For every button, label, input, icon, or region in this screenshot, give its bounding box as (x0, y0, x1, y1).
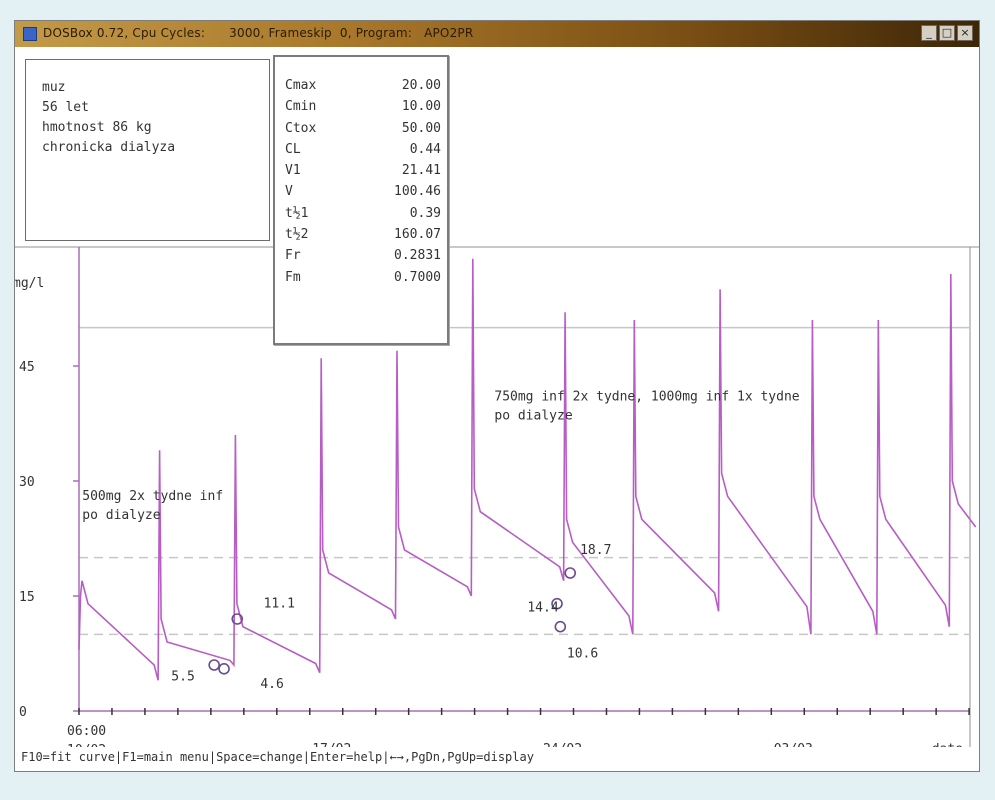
y-tick-label: 30 (19, 475, 35, 490)
y-tick-label: 0 (19, 705, 27, 720)
parameter-name: t½2 (285, 227, 309, 243)
parameter-value: 50.00 (401, 120, 441, 136)
patient-info-line: muz (42, 80, 66, 95)
minimize-button[interactable]: _ (921, 25, 937, 41)
measured-point (554, 620, 567, 633)
patient-info-line: hmotnost 86 kg (42, 120, 152, 135)
parameter-name: CL (285, 141, 301, 157)
dosbox-app-icon[interactable] (23, 27, 37, 41)
title-bar[interactable]: DOSBox 0.72, Cpu Cycles: 3000, Frameskip… (15, 21, 979, 47)
parameter-name: V1 (285, 163, 301, 179)
parameter-name: Fm (285, 269, 301, 285)
chart-annotation: 4.6 (260, 677, 283, 692)
maximize-button[interactable]: □ (939, 25, 955, 41)
chart-annotation: 11.1 (264, 597, 295, 612)
parameter-row: t½1 0.39 (285, 203, 441, 224)
parameter-name: V (285, 184, 293, 200)
parameter-value: 0.7000 (394, 269, 441, 285)
measured-point (564, 567, 577, 579)
patient-info-panel: muz 56 let hmotnost 86 kg chronicka dialyza (25, 59, 270, 241)
patient-info-line: chronicka dialyza (42, 140, 176, 155)
chart-annotation: 14.4 (527, 600, 558, 615)
parameter-value: 20.00 (401, 78, 441, 93)
concentration-curve (78, 258, 977, 681)
parameter-row: Fr 0.2831 (285, 245, 441, 266)
parameter-row: V1 21.41 (285, 160, 441, 181)
parameters-panel: Cmax 20.00 Cmin 10.00 Ctox 50.00 CL 0.44 V1 21.41… (273, 55, 449, 345)
parameter-name: Ctox (285, 120, 317, 136)
window-title: DOSBox 0.72, Cpu Cycles: 3000, Frameskip… (43, 26, 474, 40)
parameter-row: Ctox 50.00 (285, 118, 441, 139)
parameter-name: Cmax (285, 78, 317, 93)
parameter-value: 100.46 (394, 184, 441, 200)
y-tick-label: 45 (19, 360, 35, 375)
chart-annotation: 18.7 (580, 543, 611, 558)
parameter-value: 0.44 (409, 141, 441, 157)
parameter-value: 0.39 (409, 205, 441, 221)
parameter-value: 10.00 (401, 99, 441, 115)
parameter-name: Cmin (285, 99, 317, 115)
parameter-name: Fr (285, 248, 301, 264)
dos-screen[interactable]: 0153045mg/l06:0010/0217/0224/0203/03date… (15, 47, 979, 771)
parameter-row: Cmax 20.00 (285, 75, 441, 96)
y-tick-label: 15 (19, 590, 35, 605)
parameter-value: 0.2831 (394, 248, 441, 264)
parameter-row: CL 0.44 (285, 139, 441, 160)
chart-annotation: 10.6 (567, 646, 598, 661)
measured-point (218, 663, 230, 675)
chart-annotation: 750mg inf 2x tydne, 1000mg inf 1x tydne p… (494, 390, 799, 424)
dosbox-window: DOSBox 0.72, Cpu Cycles: 3000, Frameskip… (14, 20, 980, 772)
parameter-row: t½2 160.07 (285, 224, 441, 245)
y-axis-label: mg/l (15, 276, 44, 291)
parameter-row: Fm 0.7000 (285, 267, 441, 288)
chart-annotation: 500mg 2x tydne inf po dialyze (82, 489, 223, 523)
close-button[interactable]: × (957, 25, 973, 41)
chart-annotation: 5.5 (171, 669, 194, 684)
measured-point (208, 659, 220, 671)
parameter-name: t½1 (285, 205, 309, 221)
parameter-value: 160.07 (394, 227, 441, 243)
parameter-value: 21.41 (401, 163, 441, 179)
status-bar: F10=fit curve|F1=main menu|Space=change|… (21, 750, 534, 764)
parameter-row: V 100.46 (285, 181, 441, 202)
x-tick-label: 06:0010/02 (67, 724, 106, 747)
patient-info-line: 56 let (42, 100, 89, 115)
parameter-row: Cmin 10.00 (285, 96, 441, 117)
